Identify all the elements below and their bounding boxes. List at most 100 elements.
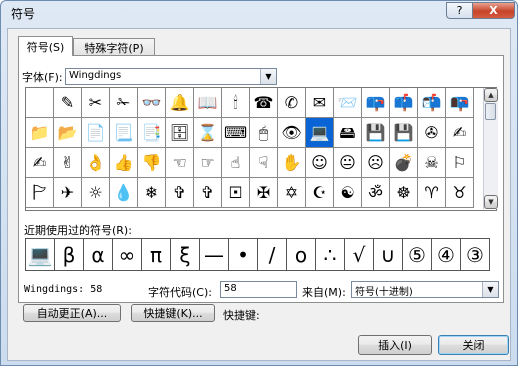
symbol-cell[interactable]: 😐 — [334, 148, 362, 178]
chevron-down-icon[interactable]: ▼ — [482, 282, 498, 297]
symbol-cell[interactable]: ☪ — [306, 178, 334, 208]
symbol-cell[interactable]: 👌 — [82, 148, 110, 178]
symbol-cell[interactable]: 👎 — [138, 148, 166, 178]
recent-symbol-cell[interactable]: ④ — [432, 239, 461, 270]
symbol-cell[interactable]: 📂 — [54, 118, 82, 148]
symbol-cell[interactable]: 📫 — [390, 88, 418, 118]
recent-symbol-cell[interactable]: ③ — [461, 239, 490, 270]
symbol-cell[interactable]: 🔔 — [166, 88, 194, 118]
symbol-cell[interactable]: ✞ — [194, 178, 222, 208]
recent-symbol-cell[interactable]: — — [200, 239, 229, 270]
symbol-cell[interactable]: 💣 — [390, 148, 418, 178]
symbol-cell[interactable]: ☞ — [194, 148, 222, 178]
symbol-cell[interactable]: 🖴 — [334, 118, 362, 148]
symbol-cell[interactable]: 💾 — [362, 118, 390, 148]
symbol-dialog: 符号 ? X 符号(S) 特殊字符(P) 字体(F): Wingdings ▼ … — [0, 0, 518, 366]
symbol-cell[interactable]: ✁ — [110, 88, 138, 118]
char-code-input[interactable]: 58 — [220, 281, 297, 298]
symbol-cell[interactable]: ☯ — [334, 178, 362, 208]
tab-symbols[interactable]: 符号(S) — [18, 36, 73, 56]
symbol-cell[interactable]: ✇ — [418, 118, 446, 148]
symbol-cell[interactable]: ⚐ — [446, 148, 474, 178]
symbol-cell[interactable]: 🗄 — [166, 118, 194, 148]
symbol-cell[interactable]: ☜ — [166, 148, 194, 178]
symbol-cell[interactable]: 💧 — [110, 178, 138, 208]
symbol-cell[interactable]: ☹ — [362, 148, 390, 178]
window-close-button[interactable]: X — [472, 2, 515, 19]
char-code-value: 58 — [224, 283, 237, 294]
recent-symbol-cell[interactable]: • — [229, 239, 258, 270]
tab-special-characters[interactable]: 特殊字符(P) — [73, 38, 155, 56]
symbol-cell[interactable]: ✆ — [278, 88, 306, 118]
symbol-cell[interactable]: ☟ — [250, 148, 278, 178]
symbol-cell[interactable]: ✞ — [166, 178, 194, 208]
symbol-cell[interactable]: 📁 — [26, 118, 54, 148]
autocorrect-button[interactable]: 自动更正(A)... — [23, 304, 121, 322]
symbol-cell[interactable]: 👁 — [278, 118, 306, 148]
from-select[interactable]: 符号(十进制) ▼ — [351, 281, 499, 298]
symbol-cell[interactable]: ☎ — [250, 88, 278, 118]
recent-symbol-cell[interactable]: √ — [345, 239, 374, 270]
symbol-cell[interactable]: ♉ — [446, 178, 474, 208]
symbol-cell[interactable]: 🞔 — [222, 178, 250, 208]
recent-symbol-cell[interactable]: α — [84, 239, 113, 270]
recent-symbol-cell[interactable]: ξ — [171, 239, 200, 270]
symbol-cell[interactable]: ✉ — [306, 88, 334, 118]
symbol-cell[interactable]: ☸ — [390, 178, 418, 208]
symbol-cell[interactable]: 📄 — [82, 118, 110, 148]
char-code-label: 字符代码(C): — [148, 286, 212, 299]
symbol-cell[interactable]: 📑 — [138, 118, 166, 148]
symbol-cell[interactable]: 🏱 — [26, 178, 54, 208]
symbol-cell[interactable]: 📨 — [334, 88, 362, 118]
recent-symbol-cell[interactable]: ∪ — [374, 239, 403, 270]
symbol-cell[interactable]: 📪 — [362, 88, 390, 118]
symbol-cell[interactable]: ✈ — [54, 178, 82, 208]
symbol-cell[interactable]: 🕯 — [222, 88, 250, 118]
symbol-cell[interactable]: 📬 — [418, 88, 446, 118]
symbol-cell[interactable]: 💻 — [306, 118, 334, 148]
chevron-down-icon[interactable]: ▼ — [260, 69, 276, 84]
font-select[interactable]: Wingdings ▼ — [65, 68, 277, 85]
symbol-cell[interactable]: ✡ — [278, 178, 306, 208]
recent-symbol-cell[interactable]: ⑤ — [403, 239, 432, 270]
symbol-cell[interactable]: ✋ — [278, 148, 306, 178]
recent-symbol-cell[interactable]: ο — [287, 239, 316, 270]
symbol-cell[interactable]: ♈ — [418, 178, 446, 208]
symbol-cell[interactable]: ✂ — [82, 88, 110, 118]
recent-symbol-cell[interactable]: / — [258, 239, 287, 270]
symbol-cell[interactable]: 📃 — [110, 118, 138, 148]
symbol-cell[interactable]: 👓 — [138, 88, 166, 118]
help-button[interactable]: ? — [446, 2, 472, 19]
symbol-cell[interactable]: ✠ — [250, 178, 278, 208]
symbol-cell[interactable]: ✍ — [446, 118, 474, 148]
symbol-cell[interactable]: 📭 — [446, 88, 474, 118]
insert-button[interactable]: 插入(I) — [358, 335, 432, 355]
recent-symbol-cell[interactable]: 💻 — [26, 239, 55, 270]
symbol-cell[interactable]: ✎ — [54, 88, 82, 118]
scroll-down-arrow-icon[interactable]: ▼ — [484, 195, 498, 209]
symbol-cell[interactable]: ✌ — [54, 148, 82, 178]
scroll-thumb[interactable] — [485, 103, 496, 120]
scroll-up-arrow-icon[interactable]: ▲ — [484, 88, 498, 102]
symbol-cell[interactable]: ⌨ — [222, 118, 250, 148]
symbol-cell[interactable]: ☠ — [418, 148, 446, 178]
symbol-cell[interactable]: ❄ — [138, 178, 166, 208]
symbol-cell[interactable]: 📖 — [194, 88, 222, 118]
symbol-cell[interactable]: ☝ — [222, 148, 250, 178]
symbol-cell[interactable]: 💾 — [390, 118, 418, 148]
close-button[interactable]: 关闭 — [438, 335, 509, 355]
symbol-cell[interactable]: ॐ — [362, 178, 390, 208]
symbol-cell[interactable]: ☺ — [306, 148, 334, 178]
symbol-cell[interactable]: 👍 — [110, 148, 138, 178]
symbol-cell[interactable]: ☼ — [82, 178, 110, 208]
recent-symbol-cell[interactable]: ∴ — [316, 239, 345, 270]
symbol-cell[interactable]: ⌛ — [194, 118, 222, 148]
recent-symbol-cell[interactable]: β — [55, 239, 84, 270]
symbol-grid-scrollbar[interactable]: ▲ ▼ — [483, 88, 498, 209]
symbol-cell[interactable] — [26, 88, 54, 118]
shortcut-key-button[interactable]: 快捷键(K)... — [131, 304, 215, 322]
symbol-cell[interactable]: 🖱 — [250, 118, 278, 148]
symbol-cell[interactable]: ✍ — [26, 148, 54, 178]
recent-symbol-cell[interactable]: ∞ — [113, 239, 142, 270]
recent-symbol-cell[interactable]: π — [142, 239, 171, 270]
